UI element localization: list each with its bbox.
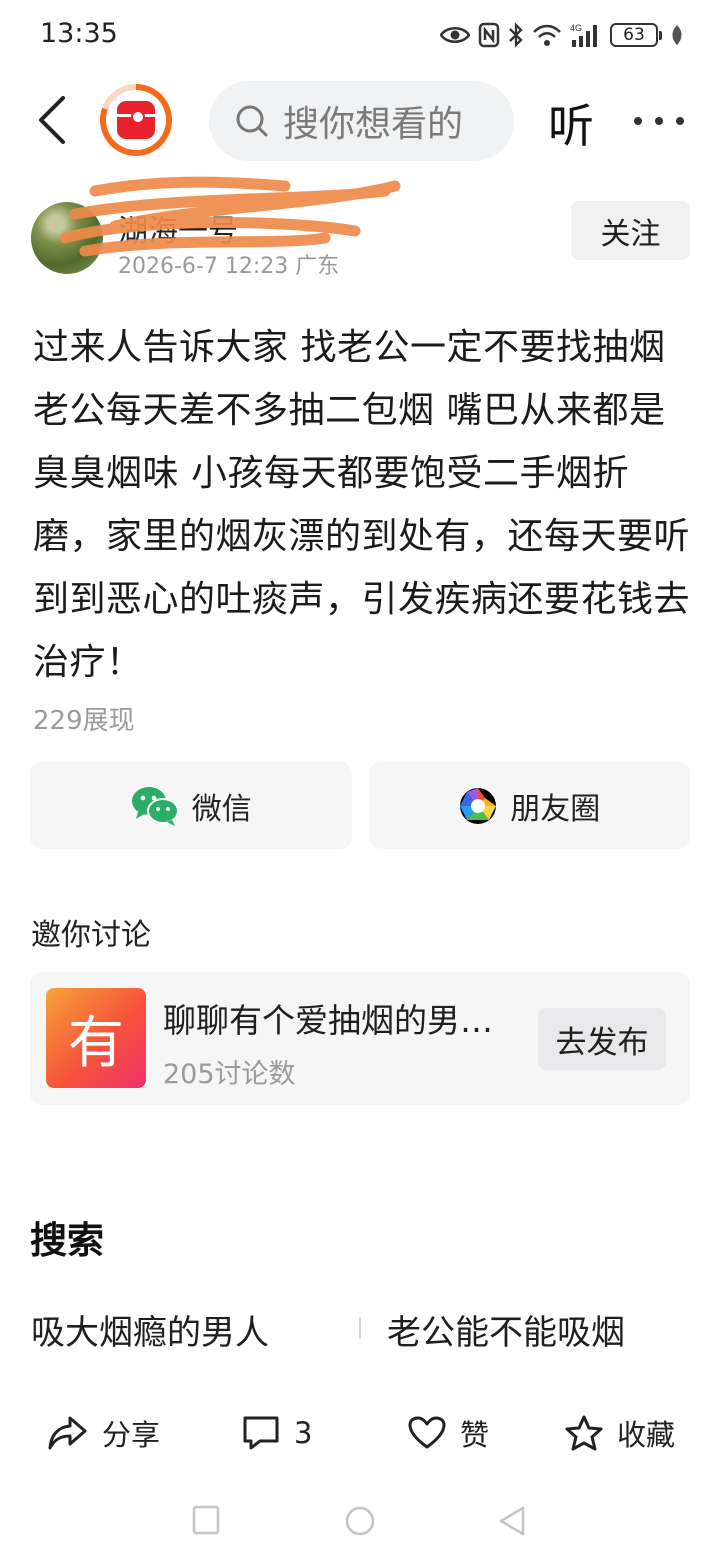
nfc-icon — [478, 22, 500, 48]
svg-text:4G: 4G — [570, 23, 582, 33]
search-section-heading: 搜索 — [30, 1219, 104, 1262]
chevron-left-icon — [39, 96, 65, 144]
post-timestamp-location: 2026-6-7 12:23 广东 — [118, 254, 340, 279]
app-logo[interactable] — [100, 84, 172, 156]
wechat-icon — [131, 786, 179, 826]
share-moments-button[interactable]: 朋友圈 — [368, 762, 690, 849]
comment-icon — [243, 1416, 279, 1450]
share-wechat-button[interactable]: 微信 — [30, 762, 352, 849]
share-label: 分享 — [102, 1418, 161, 1452]
status-bar: 13:35 4G 63 — [0, 0, 720, 70]
author-name[interactable]: 湖海一号 — [118, 206, 238, 250]
wifi-icon — [533, 24, 561, 46]
bluetooth-icon — [509, 22, 523, 48]
share-moments-label: 朋友圈 — [510, 791, 601, 827]
star-icon — [565, 1415, 603, 1451]
share-icon — [48, 1416, 87, 1450]
eye-icon — [440, 27, 470, 43]
battery-indicator: 63 — [610, 23, 662, 47]
invite-discussion-heading: 邀你讨论 — [31, 918, 151, 953]
listen-button[interactable]: 听 — [548, 90, 594, 156]
signal-4g-icon: 4G — [570, 23, 597, 47]
search-icon — [236, 105, 268, 137]
top-nav: 搜你想看的 听 — [0, 78, 720, 164]
system-nav-bar — [0, 1490, 720, 1560]
topic-icon: 有 — [46, 988, 146, 1088]
back-nav-button[interactable] — [497, 1505, 527, 1537]
comment-count: 3 — [294, 1416, 313, 1450]
share-button[interactable]: 分享 — [48, 1409, 160, 1457]
home-button[interactable] — [344, 1505, 376, 1537]
moments-icon — [460, 787, 497, 824]
share-wechat-label: 微信 — [191, 791, 252, 827]
status-time: 13:35 — [40, 18, 118, 49]
search-placeholder: 搜你想看的 — [283, 104, 464, 145]
search-suggestion-1[interactable]: 吸大烟瘾的男人 — [31, 1305, 269, 1354]
topic-discussion-count: 205讨论数 — [163, 1059, 296, 1090]
follow-button[interactable]: 关注 — [571, 201, 690, 260]
battery-level: 63 — [610, 23, 658, 47]
avatar[interactable] — [31, 202, 103, 274]
heart-icon — [408, 1416, 446, 1449]
topic-title: 聊聊有个爱抽烟的男人是什么体验 — [163, 1001, 493, 1040]
view-count: 229展现 — [33, 706, 135, 736]
status-icons: 4G 63 — [440, 20, 684, 50]
more-options-button[interactable] — [634, 106, 684, 136]
bottom-action-bar: 分享 3 赞 收藏 — [0, 1395, 720, 1471]
search-suggestion-2[interactable]: 老公能不能吸烟 — [387, 1305, 625, 1354]
search-input[interactable]: 搜你想看的 — [209, 81, 514, 161]
favorite-button[interactable]: 收藏 — [565, 1409, 675, 1457]
suggestion-divider — [359, 1317, 361, 1339]
red-packet-icon — [117, 101, 155, 139]
topic-card[interactable]: 有 聊聊有个爱抽烟的男人是什么体验 205讨论数 去发布 — [30, 972, 690, 1105]
recent-apps-button[interactable] — [192, 1505, 220, 1535]
back-button[interactable] — [30, 92, 74, 148]
like-label: 赞 — [460, 1418, 490, 1452]
share-row: 微信 朋友圈 — [30, 762, 690, 849]
author-row: 湖海一号 2026-6-7 12:23 广东 关注 — [0, 176, 720, 280]
like-button[interactable]: 赞 — [408, 1409, 489, 1457]
post-text: 过来人告诉大家 找老公一定不要找抽烟 老公每天差不多抽二包烟 嘴巴从来都是臭臭烟… — [33, 327, 691, 683]
comment-button[interactable]: 3 — [242, 1409, 312, 1457]
favorite-label: 收藏 — [617, 1418, 676, 1452]
publish-button[interactable]: 去发布 — [538, 1008, 666, 1070]
leaf-icon — [672, 25, 682, 45]
